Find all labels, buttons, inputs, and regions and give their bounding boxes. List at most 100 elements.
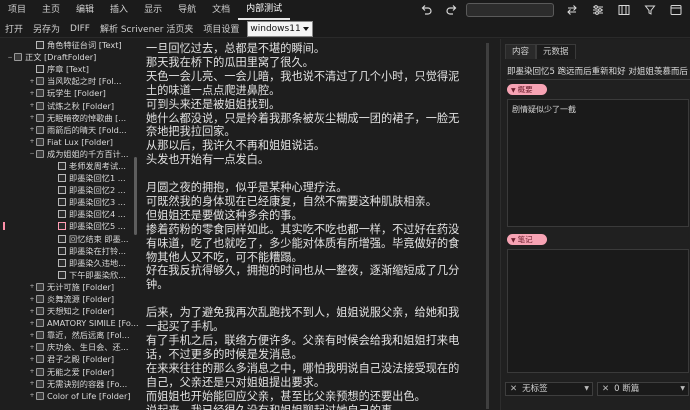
editor-line: 有味道，吃了也就吃了，多少能对体质有所增强。毕竟做好的食 [146, 236, 460, 250]
folder-icon [36, 125, 44, 134]
binder-item[interactable]: + 雨箭后的晴天 [Fold... [0, 124, 150, 136]
binder-item[interactable]: 即墨染久违地... [0, 257, 150, 269]
binder-item-label: 老师发周考试... [69, 160, 126, 171]
expander-icon[interactable]: + [28, 126, 36, 133]
expander-icon[interactable]: + [28, 283, 36, 290]
binder-item[interactable]: + 天想知之 [Folder] [0, 305, 150, 317]
binder-scrollbar[interactable] [134, 157, 137, 235]
editor-line: 有了手机之后，联络方便许多。父亲有时候会给我和姐姐打来电 [146, 334, 460, 347]
expander-icon[interactable]: + [28, 344, 36, 351]
binder-item[interactable]: 即墨染回忆5 ... [0, 220, 150, 232]
menu-item-4[interactable]: 显示 [136, 0, 170, 20]
expander-icon[interactable]: + [28, 320, 36, 327]
synopsis-toggle[interactable]: ▼ 概要 [507, 84, 547, 95]
theme-select[interactable]: windows11 [247, 20, 314, 37]
tab-metadata[interactable]: 元数据 [536, 44, 576, 59]
layout-button[interactable] [612, 2, 636, 18]
expander-icon[interactable]: + [28, 90, 36, 97]
binder-item[interactable]: − 成为姐姐的千方百计... [0, 148, 150, 160]
binder-item[interactable]: + 试炼之秋 [Folder] [0, 99, 150, 111]
filter-button[interactable] [638, 2, 662, 18]
binder-item[interactable]: − 正文 [DraftFolder] [0, 51, 150, 63]
menu-item-7[interactable]: 内部测试 [238, 0, 291, 20]
sync-button[interactable] [560, 2, 584, 18]
editor-text[interactable]: 一旦回忆过去，总都是不堪的瞬间。 那天我在桥下的瓜田里窝了很久。 天色一会儿亮、一会… [146, 42, 476, 410]
binder-item[interactable]: 下午即墨染欣... [0, 269, 150, 281]
editor-line: 奈地把我拉回家。 [146, 125, 236, 139]
menu-item-5[interactable]: 导航 [170, 0, 204, 20]
label-select[interactable]: ✕ 无标签 ▼ [505, 382, 593, 396]
expander-icon[interactable]: − [28, 150, 36, 157]
parse-scrivener-binder-button[interactable]: 解析 Scrivener 活页夹 [95, 22, 198, 35]
save-as-button[interactable]: 另存为 [28, 22, 65, 35]
close-icon[interactable]: ✕ [510, 383, 517, 395]
binder-item[interactable]: + 庆功会、生日会、还... [0, 341, 150, 353]
search-input[interactable] [466, 3, 554, 17]
menu-item-6[interactable]: 文档 [204, 0, 238, 20]
project-settings-button[interactable]: 项目设置 [198, 22, 244, 35]
binder-item[interactable]: + AMATORY SIMILE [Fo... [0, 317, 150, 329]
status-select[interactable]: ✕ 0 断篇 ▼ [597, 382, 689, 396]
undo-button[interactable] [414, 2, 438, 18]
binder-item[interactable]: 即墨染回忆1 ... [0, 172, 150, 184]
expander-icon[interactable]: + [28, 368, 36, 375]
editor-line: 天色一会儿亮、一会儿暗，我也说不清过了几个小时，只觉得泥 [146, 69, 460, 83]
binder-item[interactable]: + 当风吹起之时 [Fol... [0, 75, 150, 87]
tab-content[interactable]: 内容 [505, 44, 537, 59]
close-icon[interactable]: ✕ [602, 383, 609, 395]
binder-item[interactable]: + Fiat Lux [Folder] [0, 136, 150, 148]
menu-item-1[interactable]: 主页 [34, 0, 68, 20]
menu-item-0[interactable]: 项目 [0, 0, 34, 20]
binder-item[interactable]: + 玩学生 [Folder] [0, 87, 150, 99]
filter-icon [644, 5, 656, 15]
binder-item-label: 即墨染久违地... [69, 257, 126, 268]
binder-item[interactable]: 老师发周考试... [0, 160, 150, 172]
editor-scrollbar[interactable] [486, 43, 489, 409]
notes-toggle[interactable]: ▼ 笔记 [507, 234, 547, 245]
notes-textarea[interactable] [507, 249, 689, 373]
expander-icon[interactable]: + [28, 356, 36, 363]
editor-line: 一旦回忆过去，总都是不堪的瞬间。 [146, 42, 326, 55]
expander-icon[interactable]: + [28, 308, 36, 315]
menu-item-2[interactable]: 编辑 [68, 0, 102, 20]
editor-line: 可既然我的身体现在已经康复，自然不需要这种肌肤相亲。 [146, 194, 437, 208]
settings-sliders-button[interactable] [586, 2, 610, 18]
expander-icon[interactable]: + [28, 78, 36, 85]
open-button[interactable]: 打开 [0, 22, 28, 35]
expander-icon[interactable]: + [28, 114, 36, 121]
expander-icon[interactable]: + [28, 332, 36, 339]
editor-line: 后来，为了避免我再次乱跑找不到人，姐姐说服父亲，给她和我 [146, 306, 460, 320]
binder-item[interactable]: 即墨染在打铃... [0, 245, 150, 257]
binder-item[interactable]: 即墨染回忆2 ... [0, 184, 150, 196]
binder-item[interactable]: + 无能之爱 [Folder] [0, 366, 150, 378]
view-toggle-button[interactable] [664, 2, 688, 18]
binder-item[interactable]: 角色特征台词 [Text] [0, 39, 150, 51]
editor-line: 物其他人又不吃，可不能糟蹋。 [146, 250, 303, 264]
expander-icon[interactable]: + [28, 296, 36, 303]
document-icon [58, 270, 66, 279]
expander-icon[interactable]: − [6, 54, 14, 61]
synopsis-textarea[interactable]: 剧情疑似少了一截 [507, 99, 689, 227]
redo-button[interactable] [440, 2, 464, 18]
expander-icon[interactable]: + [28, 138, 36, 145]
expander-icon[interactable]: + [28, 102, 36, 109]
binder-item[interactable]: 序章 [Text] [0, 63, 150, 75]
binder-item[interactable]: + 炎舞流源 [Folder] [0, 293, 150, 305]
binder-item[interactable]: 回忆结束 即墨... [0, 233, 150, 245]
binder-item[interactable]: + 无需诀别的容器 [Fo... [0, 378, 150, 390]
binder-item[interactable]: + 君子之殿 [Folder] [0, 353, 150, 365]
editor-line: 话，不过更多的时候是发消息。 [146, 347, 303, 361]
diff-button[interactable]: DIFF [65, 24, 95, 34]
binder-item[interactable]: 即墨染回忆4 ... [0, 208, 150, 220]
binder-item[interactable]: 即墨染回忆3 ... [0, 196, 150, 208]
binder-item[interactable]: + Color of Life [Folder] [0, 390, 150, 402]
binder-item[interactable]: + 无眠暗夜的悼歌曲 [... [0, 112, 150, 124]
document-title-field[interactable]: 即墨染回忆5 跑远而后重新和好 对姐姐羡慕而后 [507, 64, 690, 80]
expander-icon[interactable]: + [28, 380, 36, 387]
menu-item-3[interactable]: 插入 [102, 0, 136, 20]
document-icon [58, 246, 66, 255]
folder-icon [36, 101, 44, 110]
expander-icon[interactable]: + [28, 392, 36, 399]
binder-item[interactable]: + 靠近，然后远离 [Fol... [0, 329, 150, 341]
binder-item[interactable]: + 无计可施 [Folder] [0, 281, 150, 293]
